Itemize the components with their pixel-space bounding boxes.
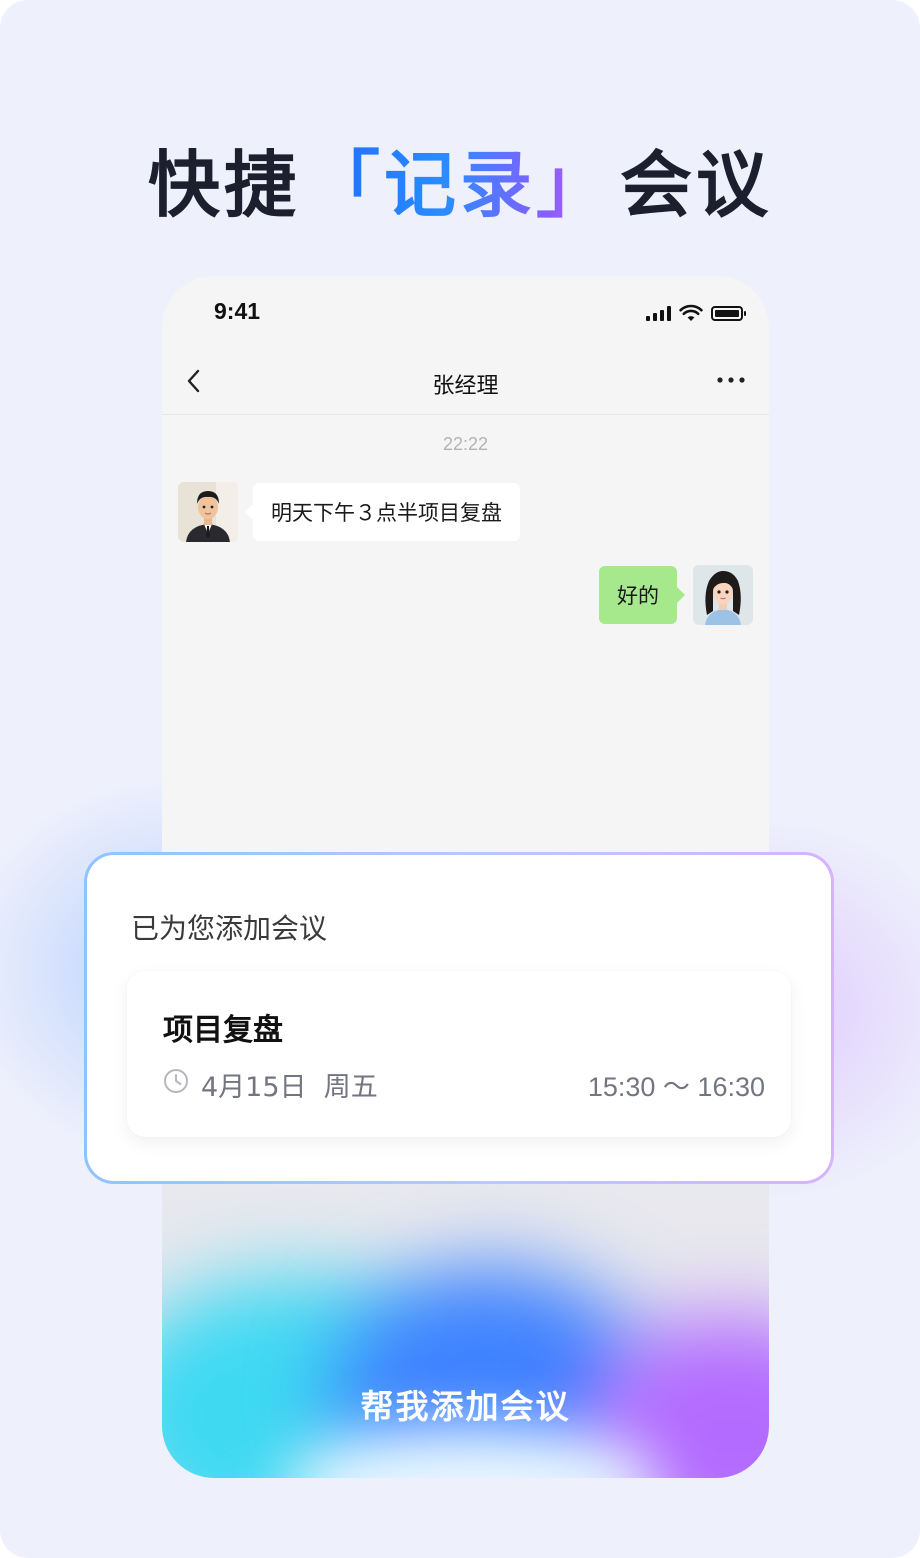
female-avatar[interactable] <box>693 565 753 625</box>
event-name: 项目复盘 <box>163 1013 283 1048</box>
message-bubble-me[interactable]: 好的 <box>599 566 685 624</box>
battery-icon <box>711 305 746 321</box>
event-time-range: 15:30 ～ 16:30 <box>587 1072 765 1102</box>
male-avatar[interactable] <box>178 482 238 542</box>
headline-suffix: 会议 <box>620 142 773 227</box>
clock-icon <box>164 1069 188 1093</box>
event-card[interactable]: 项目复盘 4月15日 周五 15:30 ～ 16:30 <box>127 971 791 1137</box>
event-date: 4月15日 周五 <box>201 1072 378 1103</box>
add-meeting-button[interactable]: 帮我添加会议 <box>162 1380 769 1428</box>
chat-timestamp: 22:22 <box>442 434 489 454</box>
signal-icon <box>646 305 671 321</box>
message-text: 明天下午３点半项目复盘 <box>271 501 502 525</box>
status-bar: 9:41 <box>162 276 769 350</box>
message-bubble-contact[interactable]: 明天下午３点半项目复盘 <box>245 483 520 541</box>
message-text: 好的 <box>617 584 659 608</box>
headline: 快捷 「记录」 会议 <box>0 128 920 228</box>
promo-canvas: 快捷 「记录」 会议 9:41 张经理 22:22 明天下午３点半项目复盘 好的… <box>0 0 920 1558</box>
chat-title: 张经理 <box>432 374 499 399</box>
wifi-icon <box>679 304 703 321</box>
status-time: 9:41 <box>214 298 261 324</box>
headline-highlight: 「记录」 <box>308 126 612 231</box>
more-icon[interactable] <box>715 368 747 392</box>
chat-navbar: 张经理 <box>162 350 769 415</box>
status-icons <box>646 303 746 323</box>
popup-title: 已为您添加会议 <box>131 912 328 945</box>
meeting-added-popup: 已为您添加会议 项目复盘 4月15日 周五 15:30 ～ 16:30 <box>84 852 834 1184</box>
headline-prefix: 快捷 <box>147 142 300 227</box>
